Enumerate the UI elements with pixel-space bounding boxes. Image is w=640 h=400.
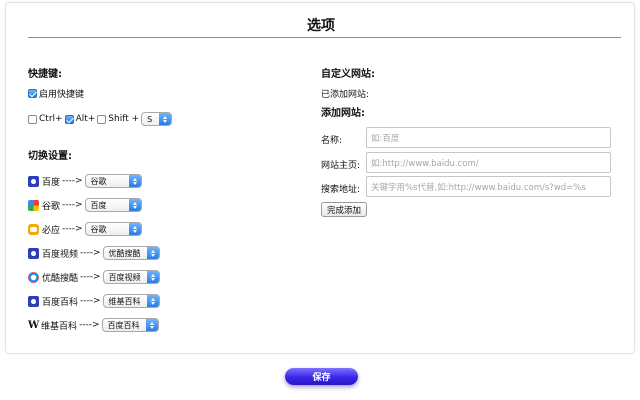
- switch-target-value: 维基百科: [108, 296, 141, 306]
- select-arrows-icon: [145, 319, 158, 331]
- site-home-label: 网站主页:: [321, 161, 361, 171]
- switch-target-select[interactable]: 谷歌: [84, 174, 142, 188]
- shift-label: Shift +: [108, 114, 140, 124]
- select-arrows-icon: [128, 175, 141, 187]
- switch-target-select[interactable]: 维基百科: [102, 294, 160, 308]
- switch-row-google: 谷歌 ----> 百度: [28, 198, 142, 212]
- switch-target-select[interactable]: 百度: [84, 198, 142, 212]
- switch-target-select[interactable]: 百度视频: [102, 270, 160, 284]
- baidu-icon: [28, 295, 39, 307]
- page-title: 选项: [307, 18, 335, 34]
- switch-target-select[interactable]: 谷歌: [84, 222, 142, 236]
- alt-checkbox[interactable]: [64, 114, 74, 124]
- select-arrows-icon: [146, 295, 159, 307]
- site-search-input[interactable]: 关键字用%s代替,如:http://www.baidu.com/s?wd=%s: [366, 176, 611, 197]
- switch-target-select[interactable]: 百度百科: [101, 318, 159, 332]
- switch-row-baidu: 百度 ----> 谷歌: [28, 174, 142, 188]
- alt-label: Alt+: [75, 114, 96, 124]
- site-home-input[interactable]: 如:http://www.baidu.com/: [366, 152, 611, 173]
- switch-target-value: 百度百科: [107, 320, 140, 330]
- switch-target-value: 谷歌: [90, 224, 107, 234]
- switch-source-label: 优酷搜酷: [42, 273, 79, 284]
- switch-arrow: ---->: [80, 248, 101, 258]
- select-arrows-icon: [146, 271, 159, 283]
- switch-target-value: 百度: [90, 200, 107, 210]
- switch-row-youku: 优酷搜酷 ----> 百度视频: [28, 270, 160, 284]
- switch-source-label: 百度百科: [42, 297, 79, 308]
- custom-sites-heading: 自定义网站:: [321, 69, 375, 80]
- switch-row-baidu-video: 百度视频 ----> 优酷搜酷: [28, 246, 160, 260]
- switch-arrow: ---->: [62, 176, 83, 186]
- baidu-icon: [28, 247, 39, 259]
- add-site-heading: 添加网站:: [321, 108, 365, 119]
- ctrl-checkbox[interactable]: [28, 114, 37, 124]
- switch-target-value: 谷歌: [90, 176, 107, 186]
- added-sites-label: 已添加网站:: [321, 90, 370, 100]
- switch-row-bing: 必应 ----> 谷歌: [28, 222, 142, 236]
- google-icon: [28, 199, 39, 211]
- switch-source-label: 谷歌: [42, 201, 61, 212]
- shortcut-heading: 快捷键:: [28, 69, 62, 80]
- shortcut-key-value: S: [147, 114, 153, 124]
- select-arrows-icon: [128, 199, 141, 211]
- switch-target-select[interactable]: 优酷搜酷: [102, 246, 160, 260]
- finish-add-button[interactable]: 完成添加: [321, 202, 368, 217]
- baidu-icon: [28, 175, 39, 187]
- select-arrows-icon: [159, 113, 172, 125]
- enable-shortcut-row: 启用快捷键: [28, 86, 84, 100]
- shortcut-key-select[interactable]: S: [141, 112, 173, 126]
- switch-source-label: 百度视频: [42, 249, 79, 260]
- switch-arrow: ---->: [80, 272, 101, 282]
- switch-row-wikipedia: W 维基百科 ----> 百度百科: [28, 318, 159, 332]
- shift-checkbox[interactable]: [97, 114, 107, 124]
- switch-target-value: 优酷搜酷: [108, 248, 141, 258]
- switch-target-value: 百度视频: [108, 272, 141, 282]
- bing-icon: [28, 223, 39, 235]
- enable-shortcut-label: 启用快捷键: [39, 89, 85, 100]
- select-arrows-icon: [146, 247, 159, 259]
- select-arrows-icon: [128, 223, 141, 235]
- shortcut-keys-row: Ctrl+ Alt+ Shift + S: [28, 112, 173, 126]
- wikipedia-icon: W: [28, 319, 40, 331]
- site-name-label: 名称:: [321, 136, 343, 146]
- options-panel: 选项 快捷键: 启用快捷键 Ctrl+ Alt+ Shift + S 切换设置:…: [5, 2, 635, 354]
- switch-source-label: 必应: [42, 225, 61, 236]
- switch-heading: 切换设置:: [28, 151, 72, 162]
- switch-source-label: 百度: [42, 177, 61, 188]
- switch-source-label: 维基百科: [41, 321, 78, 332]
- site-name-input[interactable]: 如:百度: [366, 127, 611, 148]
- enable-shortcut-checkbox[interactable]: [28, 88, 37, 98]
- ctrl-label: Ctrl+: [39, 114, 63, 124]
- save-button[interactable]: 保存: [285, 368, 358, 385]
- switch-arrow: ---->: [79, 320, 100, 330]
- title-divider: [28, 37, 621, 38]
- switch-row-baidu-baike: 百度百科 ----> 维基百科: [28, 294, 160, 308]
- switch-arrow: ---->: [62, 224, 83, 234]
- youku-icon: [28, 271, 39, 283]
- switch-arrow: ---->: [80, 296, 101, 306]
- site-search-label: 搜索地址:: [321, 185, 361, 195]
- switch-arrow: ---->: [62, 200, 83, 210]
